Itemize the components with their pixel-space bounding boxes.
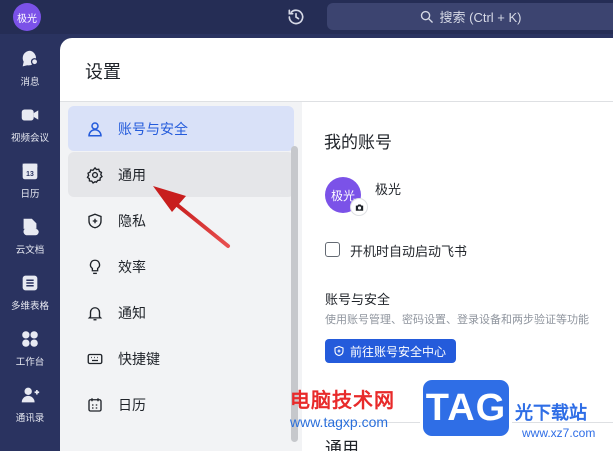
- sidebar-item-label: 账号与安全: [118, 120, 188, 137]
- bell-icon: [87, 306, 103, 320]
- rail-item-video-meeting[interactable]: 视频会议: [0, 98, 60, 154]
- svg-text:13: 13: [26, 171, 34, 178]
- sidebar-item-shortcuts[interactable]: 快捷键: [68, 336, 294, 381]
- page-title: 设置: [85, 62, 121, 82]
- security-section-description: 使用账号管理、密码设置、登录设备和两步验证等功能: [325, 314, 589, 326]
- sidebar-item-label: 快捷键: [118, 350, 160, 367]
- sidebar-item-account-security[interactable]: 账号与安全: [68, 106, 294, 151]
- workspace-icon: [22, 331, 38, 347]
- auto-start-label[interactable]: 开机时自动启动飞书: [350, 241, 467, 260]
- sidebar-item-calendar[interactable]: 日历: [68, 382, 294, 427]
- sidebar-item-label: 通知: [118, 304, 146, 321]
- video-camera-icon: [21, 109, 39, 121]
- rail-label: 日历: [20, 189, 40, 200]
- rail-item-contacts[interactable]: 通讯录: [0, 378, 60, 434]
- rail-item-base-tables[interactable]: 多维表格: [0, 266, 60, 322]
- change-avatar-button[interactable]: [350, 198, 368, 216]
- rail-item-messages[interactable]: 消息: [0, 42, 60, 98]
- auto-start-checkbox[interactable]: [325, 242, 340, 257]
- rail-label: 消息: [20, 77, 40, 88]
- rail-label: 视频会议: [10, 133, 49, 144]
- keyboard-icon: [87, 353, 103, 364]
- security-center-button-label: 前往账号安全中心: [350, 344, 447, 359]
- sidebar-item-general[interactable]: 通用: [68, 152, 294, 197]
- account-heading: 我的账号: [324, 133, 392, 152]
- watermark-left-url: www.tagxp.com: [290, 414, 389, 430]
- left-rail: 消息 视频会议 13 日历 云文档 多维表格 工作台 通讯录: [0, 34, 60, 451]
- rail-label: 云文档: [15, 245, 45, 256]
- rail-item-calendar[interactable]: 13 日历: [0, 154, 60, 210]
- top-bar: 极光 搜索 (Ctrl + K): [0, 0, 613, 34]
- rail-label: 通讯录: [15, 413, 45, 424]
- watermark-left-text: 电脑技术网: [290, 390, 395, 412]
- bulb-icon: [89, 259, 101, 274]
- table-icon: [22, 275, 38, 291]
- shield-icon: [334, 345, 344, 357]
- sidebar-item-label: 日历: [118, 396, 146, 413]
- security-center-button[interactable]: 前往账号安全中心: [325, 339, 457, 363]
- user-avatar-top[interactable]: 极光: [13, 3, 41, 31]
- settings-sidebar: 账号与安全 通用 隐私 效率 通知 快捷键 日历: [60, 102, 302, 451]
- rail-label: 工作台: [15, 357, 45, 368]
- rail-item-cloud-docs[interactable]: 云文档: [0, 210, 60, 266]
- user-icon: [88, 121, 102, 136]
- watermark-right-text: 光下载站: [515, 403, 587, 423]
- sidebar-item-label: 效率: [118, 258, 146, 275]
- search-icon: [420, 10, 433, 23]
- sidebar-item-privacy[interactable]: 隐私: [68, 198, 294, 243]
- shield-icon: [88, 213, 102, 228]
- gear-icon: [86, 166, 103, 184]
- user-name: 极光: [375, 182, 402, 197]
- sidebar-item-notifications[interactable]: 通知: [68, 290, 294, 335]
- sidebar-item-label: 通用: [118, 166, 146, 183]
- history-icon[interactable]: [286, 7, 306, 27]
- tag-logo: TAG: [420, 377, 512, 439]
- security-section-title: 账号与安全: [325, 292, 391, 307]
- general-heading: 通用: [325, 439, 359, 451]
- rail-item-workspace[interactable]: 工作台: [0, 322, 60, 378]
- contacts-icon: [21, 387, 40, 403]
- rail-label: 多维表格: [10, 301, 49, 312]
- chat-bubble-icon: [22, 50, 39, 67]
- calendar-icon: 13: [22, 163, 38, 180]
- search-label: 搜索 (Ctrl + K): [439, 10, 522, 25]
- cloud-doc-icon: [23, 218, 39, 236]
- calendar-icon: [88, 397, 102, 412]
- search-bar[interactable]: 搜索 (Ctrl + K): [327, 3, 613, 30]
- watermark-right-url: www.xz7.com: [522, 426, 596, 440]
- sidebar-item-efficiency[interactable]: 效率: [68, 244, 294, 289]
- sidebar-item-label: 隐私: [118, 212, 146, 229]
- camera-icon: [355, 204, 363, 211]
